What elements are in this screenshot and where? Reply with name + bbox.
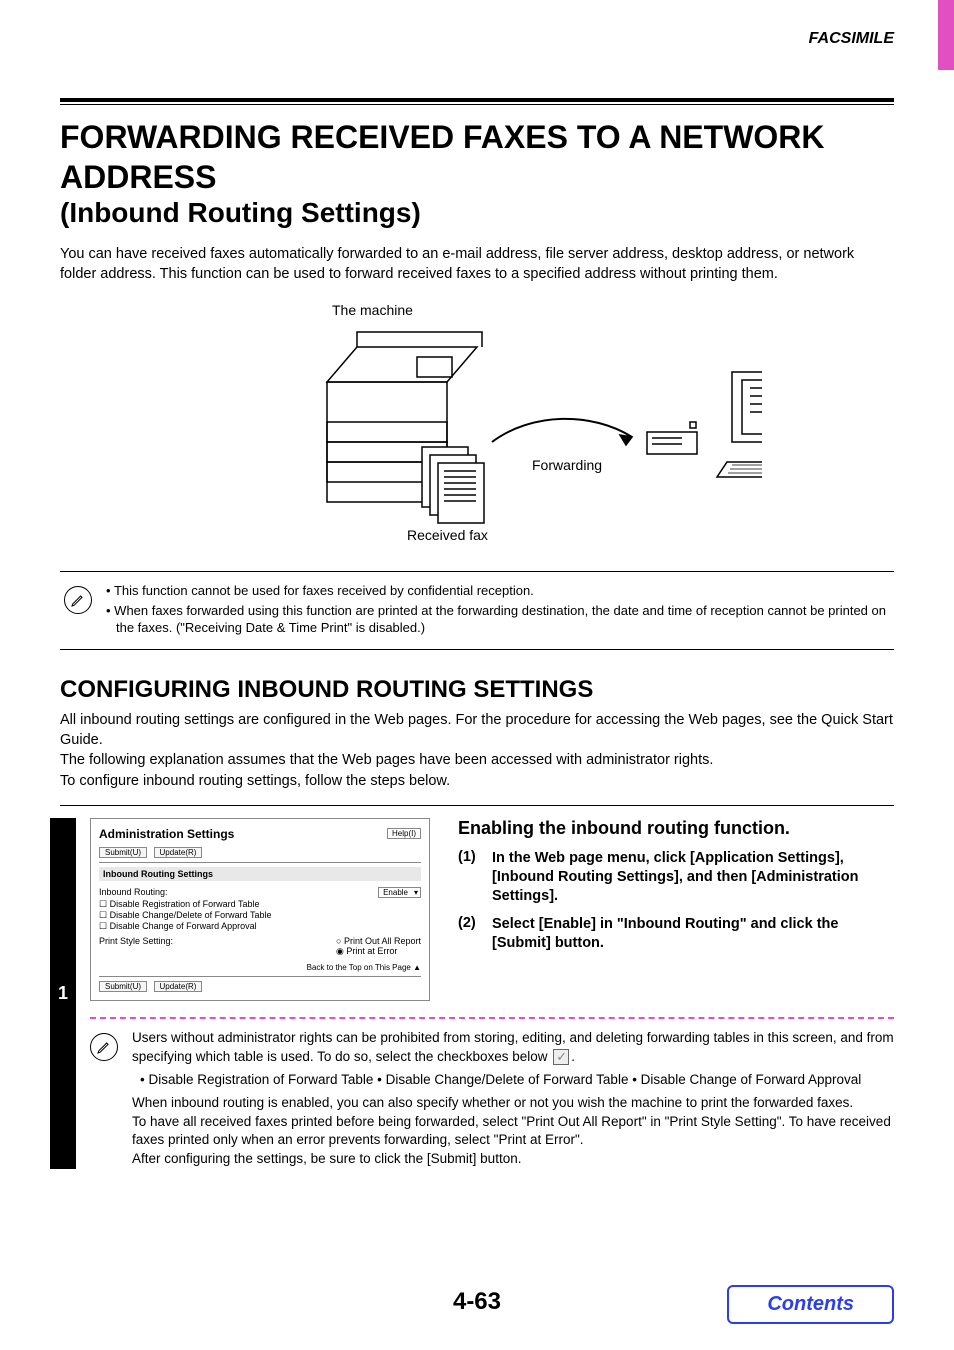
update-button[interactable]: Update(R)	[154, 847, 203, 858]
heading-rule-thick	[60, 98, 894, 102]
panel-section-bar: Inbound Routing Settings	[99, 867, 421, 881]
note-icon	[90, 1033, 118, 1061]
intro-paragraph: You can have received faxes automaticall…	[60, 245, 894, 284]
note-icon	[64, 586, 92, 614]
submit-button[interactable]: Submit(U)	[99, 981, 147, 992]
enable-select[interactable]: Enable	[378, 887, 421, 898]
note-item: When faxes forwarded using this function…	[106, 602, 890, 637]
step-number-badge: 1	[50, 818, 76, 1169]
heading-rule-thin	[60, 104, 894, 105]
checkbox-icon	[553, 1049, 569, 1065]
diagram-caption-received: Received fax	[407, 527, 488, 543]
diagram-caption-forward: Forwarding	[532, 457, 602, 473]
dashed-divider	[90, 1017, 894, 1019]
diagram-caption-machine: The machine	[332, 302, 413, 318]
section-heading: CONFIGURING INBOUND ROUTING SETTINGS	[60, 676, 894, 704]
config-intro: To configure inbound routing settings, f…	[60, 771, 894, 791]
substep-number: (1)	[458, 849, 484, 906]
substep-text: Select [Enable] in "Inbound Routing" and…	[492, 915, 894, 953]
radio-print-all[interactable]: Print Out All Report	[336, 936, 421, 946]
substep-number: (2)	[458, 915, 484, 953]
back-to-top-link[interactable]: Back to the Top on This Page ▲	[99, 963, 421, 972]
step-divider	[60, 805, 894, 806]
lower-note-text: When inbound routing is enabled, you can…	[132, 1094, 894, 1113]
submit-button[interactable]: Submit(U)	[99, 847, 147, 858]
update-button[interactable]: Update(R)	[154, 981, 203, 992]
lower-note-options: • Disable Registration of Forward Table …	[140, 1071, 894, 1090]
web-settings-panel: Administration Settings Help(I) Submit(U…	[90, 818, 430, 1001]
lower-note-text: Users without administrator rights can b…	[132, 1029, 894, 1067]
pencil-icon	[96, 1039, 112, 1055]
help-button[interactable]: Help(I)	[387, 828, 421, 839]
substep-text: In the Web page menu, click [Application…	[492, 849, 894, 906]
config-intro: All inbound routing settings are configu…	[60, 710, 894, 751]
section-tab	[938, 0, 954, 70]
forwarding-diagram: The machine Forwarding Received fax	[192, 302, 762, 547]
contents-button[interactable]: Contents	[727, 1285, 894, 1324]
field-label: Inbound Routing:	[99, 887, 168, 898]
step-heading: Enabling the inbound routing function.	[458, 818, 894, 839]
page-title: FORWARDING RECEIVED FAXES TO A NETWORK A…	[60, 117, 894, 197]
radio-print-error[interactable]: Print at Error	[336, 946, 421, 957]
pencil-icon	[70, 592, 86, 608]
checkbox-disable-change-approval[interactable]: Disable Change of Forward Approval	[99, 921, 421, 932]
config-intro: The following explanation assumes that t…	[60, 750, 894, 770]
section-label: FACSIMILE	[60, 30, 894, 48]
field-label: Print Style Setting:	[99, 936, 173, 957]
lower-note-text: After configuring the settings, be sure …	[132, 1150, 894, 1169]
panel-title: Administration Settings	[99, 827, 234, 841]
diagram-svg	[192, 302, 762, 542]
note-item: This function cannot be used for faxes r…	[106, 582, 890, 600]
checkbox-disable-change-delete[interactable]: Disable Change/Delete of Forward Table	[99, 910, 421, 921]
lower-note-text: To have all received faxes printed befor…	[132, 1113, 894, 1151]
note-box-top: This function cannot be used for faxes r…	[60, 571, 894, 650]
checkbox-disable-registration[interactable]: Disable Registration of Forward Table	[99, 899, 421, 910]
page-subtitle: (Inbound Routing Settings)	[60, 197, 894, 229]
